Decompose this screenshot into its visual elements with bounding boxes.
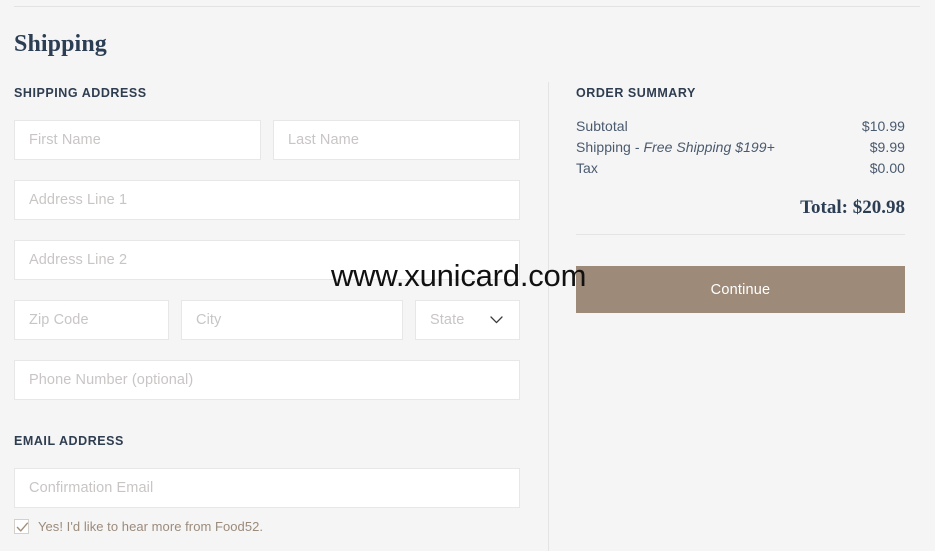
marketing-optin-checkbox[interactable] bbox=[14, 519, 29, 534]
phone-number-placeholder: Phone Number (optional) bbox=[29, 372, 194, 388]
order-summary-divider bbox=[576, 234, 905, 235]
confirmation-email-input[interactable]: Confirmation Email bbox=[14, 468, 520, 508]
last-name-input[interactable]: Last Name bbox=[273, 120, 520, 160]
summary-row-shipping: Shipping - Free Shipping $199+ $9.99 bbox=[576, 137, 905, 158]
shipping-address-section-label: SHIPPING ADDRESS bbox=[14, 86, 147, 100]
check-icon bbox=[16, 522, 29, 532]
state-placeholder: State bbox=[430, 312, 465, 328]
email-address-section-label: EMAIL ADDRESS bbox=[14, 434, 124, 448]
zip-code-input[interactable]: Zip Code bbox=[14, 300, 169, 340]
chevron-down-icon bbox=[490, 316, 503, 324]
address-line-2-input[interactable]: Address Line 2 bbox=[14, 240, 520, 280]
confirmation-email-placeholder: Confirmation Email bbox=[29, 480, 154, 496]
order-summary-section-label: ORDER SUMMARY bbox=[576, 86, 696, 100]
order-total: Total: $20.98 bbox=[800, 197, 905, 218]
summary-amount: $10.99 bbox=[861, 118, 905, 134]
first-name-input[interactable]: First Name bbox=[14, 120, 261, 160]
zip-code-placeholder: Zip Code bbox=[29, 312, 89, 328]
last-name-placeholder: Last Name bbox=[288, 132, 360, 148]
order-summary-column: ORDER SUMMARY Subtotal $10.99 Shipping -… bbox=[548, 0, 935, 551]
order-summary-rows: Subtotal $10.99 Shipping - Free Shipping… bbox=[576, 116, 905, 179]
summary-amount: $0.00 bbox=[869, 160, 905, 176]
summary-row-tax: Tax $0.00 bbox=[576, 158, 905, 179]
summary-label: Subtotal bbox=[576, 118, 628, 134]
summary-separator: - bbox=[630, 139, 644, 155]
summary-note: Free Shipping $199+ bbox=[643, 139, 775, 155]
first-name-placeholder: First Name bbox=[29, 132, 101, 148]
marketing-optin-row[interactable]: Yes! I'd like to hear more from Food52. bbox=[14, 519, 263, 534]
checkout-page: Shipping SHIPPING ADDRESS First Name Las… bbox=[0, 0, 935, 551]
marketing-optin-label: Yes! I'd like to hear more from Food52. bbox=[38, 519, 264, 534]
address-line-2-placeholder: Address Line 2 bbox=[29, 252, 128, 268]
summary-label-group: Shipping - Free Shipping $199+ bbox=[576, 137, 775, 158]
city-input[interactable]: City bbox=[181, 300, 403, 340]
summary-label: Shipping bbox=[576, 139, 631, 155]
phone-number-input[interactable]: Phone Number (optional) bbox=[14, 360, 520, 400]
continue-button[interactable]: Continue bbox=[576, 266, 905, 313]
summary-row-subtotal: Subtotal $10.99 bbox=[576, 116, 905, 137]
city-placeholder: City bbox=[196, 312, 222, 328]
address-line-1-input[interactable]: Address Line 1 bbox=[14, 180, 520, 220]
state-select[interactable]: State bbox=[415, 300, 520, 340]
summary-label: Tax bbox=[576, 160, 598, 176]
shipping-form-column: SHIPPING ADDRESS First Name Last Name Ad… bbox=[0, 0, 548, 551]
address-line-1-placeholder: Address Line 1 bbox=[29, 192, 128, 208]
summary-amount: $9.99 bbox=[869, 139, 905, 155]
